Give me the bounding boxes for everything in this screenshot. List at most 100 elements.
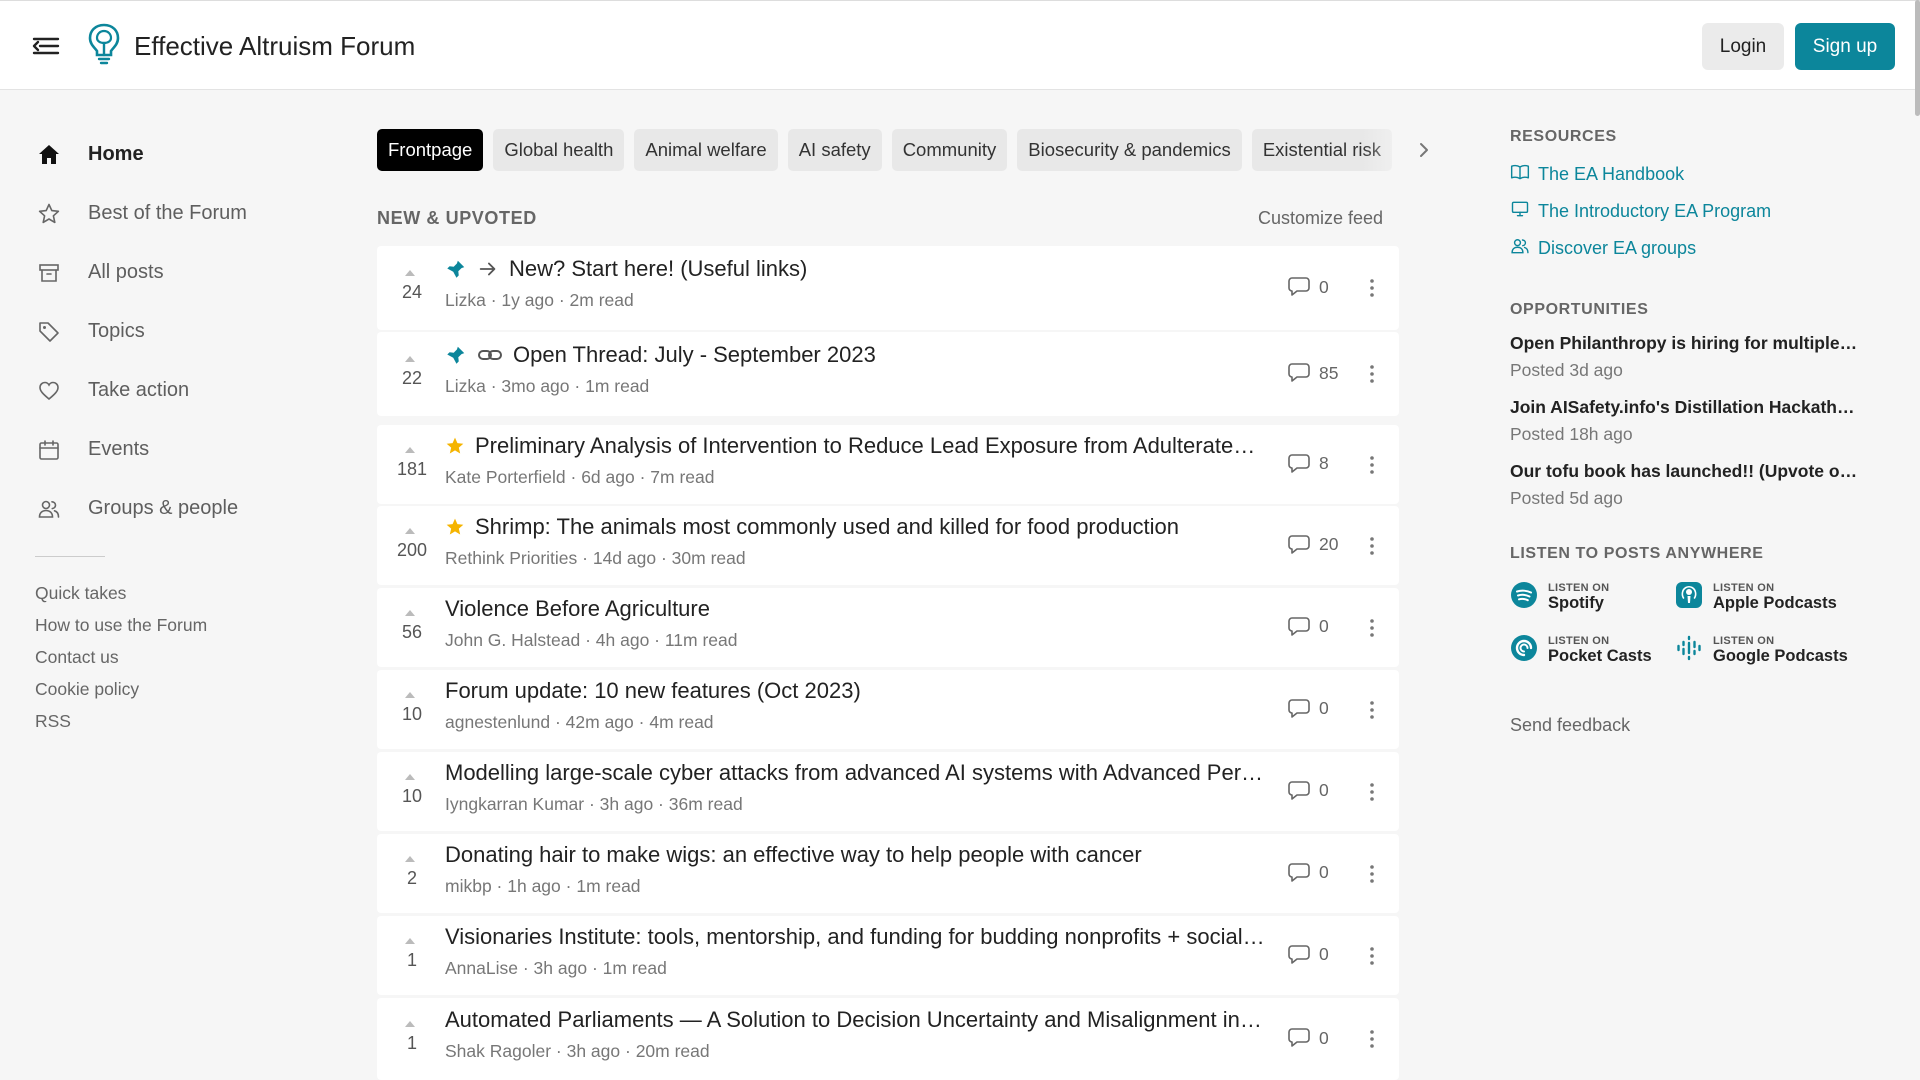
more-options-icon[interactable]: [1364, 362, 1380, 386]
sidebar-item-groups-people[interactable]: Groups & people: [32, 479, 292, 538]
post-item[interactable]: 1 Automated Parliaments — A Solution to D…: [377, 998, 1399, 1080]
sidebar-link-how-to-use[interactable]: How to use the Forum: [35, 609, 292, 641]
post-item[interactable]: 24 New? Start here! (Useful links) Lizka ·…: [377, 246, 1399, 330]
opportunity-title[interactable]: Join AISafety.info's Distillation Hackat…: [1510, 397, 1860, 418]
post-item[interactable]: 10 Modelling large-scale cyber attacks fr…: [377, 752, 1399, 831]
upvote-icon[interactable]: [405, 446, 415, 453]
tab-biosecurity[interactable]: Biosecurity & pandemics: [1017, 129, 1242, 171]
post-read-time: 11m read: [664, 629, 738, 650]
post-title[interactable]: Visionaries Institute: tools, mentorship…: [445, 924, 1265, 950]
resource-link-discover-groups[interactable]: Discover EA groups: [1510, 230, 1910, 267]
post-item[interactable]: 1 Visionaries Institute: tools, mentorshi…: [377, 916, 1399, 995]
resource-link-intro-program[interactable]: The Introductory EA Program: [1510, 193, 1910, 230]
sidebar-link-rss[interactable]: RSS: [35, 705, 292, 737]
more-options-icon[interactable]: [1364, 1027, 1380, 1051]
upvote-icon[interactable]: [405, 356, 415, 362]
more-options-icon[interactable]: [1364, 862, 1380, 886]
tab-global-health[interactable]: Global health: [493, 129, 625, 171]
tab-animal-welfare[interactable]: Animal welfare: [634, 129, 778, 171]
comments-button[interactable]: 0: [1287, 1027, 1329, 1049]
site-title[interactable]: Effective Altruism Forum: [134, 31, 415, 62]
upvote-icon[interactable]: [405, 527, 415, 534]
upvote-icon[interactable]: [405, 1021, 415, 1027]
post-author[interactable]: John G. Halstead: [445, 630, 580, 650]
more-options-icon[interactable]: [1364, 534, 1380, 558]
more-options-icon[interactable]: [1364, 780, 1380, 804]
sidebar-item-home[interactable]: Home: [32, 125, 292, 184]
upvote-icon[interactable]: [405, 270, 415, 276]
menu-icon[interactable]: [30, 31, 64, 61]
comments-button[interactable]: 85: [1287, 362, 1338, 384]
comments-button[interactable]: 0: [1287, 862, 1329, 884]
comments-button[interactable]: 0: [1287, 616, 1329, 638]
post-author[interactable]: Shak Ragoler: [445, 1041, 551, 1061]
comments-button[interactable]: 8: [1287, 453, 1329, 475]
post-author[interactable]: Lizka: [445, 290, 486, 310]
post-author[interactable]: Iyngkarran Kumar: [445, 794, 584, 814]
comments-button[interactable]: 0: [1287, 780, 1329, 802]
podcast-link-apple[interactable]: LISTEN ON Apple Podcasts: [1675, 581, 1865, 614]
post-author[interactable]: Lizka: [445, 376, 486, 396]
opportunity-title[interactable]: Open Philanthropy is hiring for multiple…: [1510, 333, 1860, 354]
tab-community[interactable]: Community: [891, 129, 1008, 171]
tab-ai-safety[interactable]: AI safety: [787, 129, 882, 171]
comments-button[interactable]: 20: [1287, 534, 1338, 556]
ea-lightbulb-logo-icon[interactable]: [86, 21, 122, 67]
podcast-link-pocket-casts[interactable]: LISTEN ON Pocket Casts: [1510, 634, 1675, 667]
comments-button[interactable]: 0: [1287, 944, 1329, 966]
send-feedback-link[interactable]: Send feedback: [1510, 715, 1910, 736]
opportunity-title[interactable]: Our tofu book has launched!! (Upvote on …: [1510, 461, 1860, 482]
sidebar-item-topics[interactable]: Topics: [32, 302, 292, 361]
post-author[interactable]: agnestenlund: [445, 712, 550, 732]
podcast-link-google[interactable]: LISTEN ON Google Podcasts: [1675, 634, 1865, 667]
post-item[interactable]: 56 Violence Before Agriculture John G. Hal…: [377, 588, 1399, 667]
post-item[interactable]: 181 Preliminary Analysis of Intervention …: [377, 425, 1399, 504]
upvote-icon[interactable]: [405, 691, 415, 698]
post-title[interactable]: Automated Parliaments — A Solution to De…: [445, 1007, 1265, 1033]
tab-frontpage[interactable]: Frontpage: [377, 129, 484, 171]
resource-link-ea-handbook[interactable]: The EA Handbook: [1510, 156, 1910, 193]
upvote-icon[interactable]: [405, 773, 415, 780]
customize-feed-link[interactable]: Customize feed: [1258, 208, 1383, 229]
post-title[interactable]: Shrimp: The animals most commonly used a…: [475, 514, 1179, 540]
upvote-icon[interactable]: [405, 937, 415, 944]
comments-button[interactable]: 0: [1287, 276, 1329, 298]
post-author[interactable]: mikbp: [445, 876, 492, 896]
scrollbar[interactable]: [1915, 0, 1920, 116]
podcast-name: Spotify: [1548, 594, 1604, 612]
post-item[interactable]: 200 Shrimp: The animals most commonly use…: [377, 506, 1399, 585]
post-item[interactable]: 10 Forum update: 10 new features (Oct 202…: [377, 670, 1399, 749]
more-options-icon[interactable]: [1364, 616, 1380, 640]
post-title[interactable]: Modelling large-scale cyber attacks from…: [445, 760, 1265, 786]
sidebar-item-take-action[interactable]: Take action: [32, 361, 292, 420]
sidebar-link-cookie-policy[interactable]: Cookie policy: [35, 673, 292, 705]
upvote-icon[interactable]: [405, 609, 415, 616]
sidebar-link-contact[interactable]: Contact us: [35, 641, 292, 673]
chevron-right-icon[interactable]: [1412, 138, 1436, 162]
more-options-icon[interactable]: [1364, 944, 1380, 968]
post-title[interactable]: Preliminary Analysis of Intervention to …: [475, 433, 1263, 459]
upvote-icon[interactable]: [405, 855, 415, 862]
feed-heading: NEW & UPVOTED: [377, 208, 537, 228]
post-author[interactable]: Rethink Priorities: [445, 548, 577, 568]
post-title[interactable]: Violence Before Agriculture: [445, 596, 710, 622]
post-title[interactable]: Forum update: 10 new features (Oct 2023): [445, 678, 861, 704]
sidebar-link-quick-takes[interactable]: Quick takes: [35, 577, 292, 609]
sidebar-item-events[interactable]: Events: [32, 420, 292, 479]
post-title[interactable]: Open Thread: July - September 2023: [513, 342, 876, 368]
more-options-icon[interactable]: [1364, 276, 1380, 300]
podcast-link-spotify[interactable]: LISTEN ON Spotify: [1510, 581, 1675, 614]
sidebar-item-all-posts[interactable]: All posts: [32, 243, 292, 302]
more-options-icon[interactable]: [1364, 453, 1380, 477]
post-author[interactable]: Kate Porterfield: [445, 467, 566, 487]
post-item[interactable]: 2 Donating hair to make wigs: an effectiv…: [377, 834, 1399, 913]
comments-button[interactable]: 0: [1287, 698, 1329, 720]
more-options-icon[interactable]: [1364, 698, 1380, 722]
sidebar-item-best-of-forum[interactable]: Best of the Forum: [32, 184, 292, 243]
post-title[interactable]: Donating hair to make wigs: an effective…: [445, 842, 1142, 868]
signup-button[interactable]: Sign up: [1795, 23, 1895, 70]
post-item[interactable]: 22 Open Thread: July - September 2023 Lizk…: [377, 332, 1399, 416]
login-button[interactable]: Login: [1702, 23, 1784, 70]
post-title[interactable]: New? Start here! (Useful links): [509, 256, 807, 282]
post-author[interactable]: AnnaLise: [445, 958, 518, 978]
